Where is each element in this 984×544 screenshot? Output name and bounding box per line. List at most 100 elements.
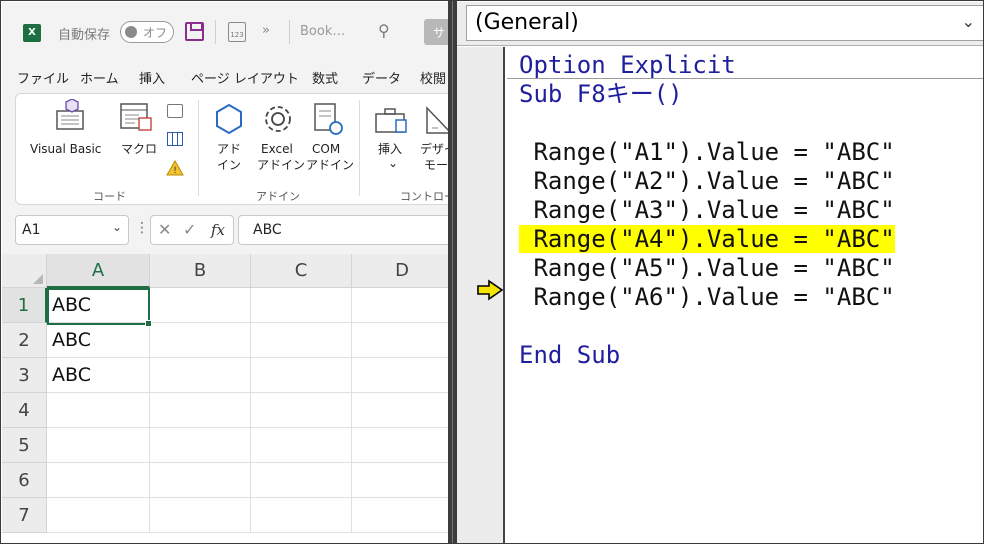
design-mode-line2[interactable]: モー	[424, 157, 448, 173]
cell[interactable]	[251, 358, 352, 393]
cell[interactable]	[251, 393, 352, 428]
group-label-control: コントロー	[400, 190, 448, 203]
search-icon[interactable]: ⚲	[378, 21, 390, 40]
tab-formulas[interactable]: 数式	[312, 68, 338, 87]
chevron-down-icon[interactable]: ⌄	[112, 220, 122, 234]
enter-icon[interactable]: ✓	[183, 220, 196, 239]
object-dropdown[interactable]: (General) ⌄	[466, 5, 983, 41]
execution-highlight: Range("A4").Value = "ABC"	[519, 225, 895, 253]
row-header[interactable]: 3	[2, 358, 47, 393]
cell[interactable]	[150, 393, 251, 428]
name-box[interactable]: A1 ⌄	[15, 215, 129, 245]
com-addin-line1[interactable]: COM	[312, 141, 340, 157]
cell[interactable]	[150, 463, 251, 498]
ribbon-tabs: ファイル ホーム 挿入 ページ レイアウト 数式 データ 校閲	[2, 58, 448, 92]
formula-bar-handle-icon[interactable]: ⋮	[135, 220, 149, 236]
cell[interactable]	[47, 463, 150, 498]
column-header[interactable]: B	[150, 254, 251, 288]
tab-file[interactable]: ファイル	[17, 68, 69, 87]
chevron-down-icon[interactable]: ⌄	[962, 12, 975, 31]
row-header[interactable]: 6	[2, 463, 47, 498]
cell[interactable]	[352, 323, 448, 358]
save-icon[interactable]	[185, 22, 204, 41]
column-header[interactable]: A	[47, 254, 150, 288]
row-header[interactable]: 4	[2, 393, 47, 428]
code-line[interactable]: Option Explicit	[519, 51, 736, 80]
column-header[interactable]: D	[352, 254, 448, 288]
relative-reference-icon[interactable]	[167, 132, 183, 146]
cell[interactable]	[251, 288, 352, 323]
cell[interactable]	[150, 358, 251, 393]
code-line[interactable]: Range("A1").Value = "ABC"	[519, 138, 894, 167]
svg-text:!: !	[173, 166, 177, 176]
cell[interactable]	[352, 428, 448, 463]
macro-button[interactable]: マクロ	[121, 141, 157, 157]
current-code-line[interactable]: Range("A4").Value = "ABC"	[519, 225, 895, 254]
worksheet-grid[interactable]: A B C D 1 2 3 4 5 6 7 ABC ABC ABC	[2, 254, 448, 543]
com-addin-icon	[314, 103, 343, 135]
excel-addin-line1[interactable]: Excel	[261, 141, 293, 157]
cell[interactable]	[251, 463, 352, 498]
tab-home[interactable]: ホーム	[80, 68, 119, 87]
com-addin-line2[interactable]: アドイン	[306, 157, 354, 173]
toolbar-separator	[215, 20, 216, 44]
record-macro-icon[interactable]	[167, 104, 183, 118]
row-header[interactable]: 5	[2, 428, 47, 463]
macro-security-icon[interactable]: !	[166, 160, 184, 176]
visual-basic-button[interactable]: Visual Basic	[30, 141, 101, 157]
cell[interactable]	[47, 428, 150, 463]
code-line[interactable]: End Sub	[519, 341, 620, 370]
tab-data[interactable]: データ	[362, 68, 401, 87]
cell[interactable]	[352, 498, 448, 533]
more-commands-icon[interactable]: »	[262, 23, 270, 38]
gear-icon	[265, 106, 291, 132]
cell[interactable]	[150, 288, 251, 323]
cell[interactable]	[150, 323, 251, 358]
excel-logo-icon: X	[23, 24, 41, 42]
code-line[interactable]: Sub F8キー()	[519, 80, 683, 109]
row-header[interactable]: 7	[2, 498, 47, 533]
excel-window: X 自動保存 オフ 123 » Book… ⚲ サ ファイル ホーム 挿入 ペー…	[2, 2, 448, 543]
autosave-toggle[interactable]: オフ	[120, 21, 174, 43]
code-line[interactable]: Range("A2").Value = "ABC"	[519, 167, 894, 196]
cell-a2[interactable]: ABC	[47, 323, 150, 358]
insert-function-icon[interactable]: fx	[211, 221, 225, 239]
cell[interactable]	[47, 498, 150, 533]
cell[interactable]	[352, 463, 448, 498]
window-divider	[448, 1, 457, 543]
code-line[interactable]: Range("A6").Value = "ABC"	[519, 283, 894, 312]
cell[interactable]	[47, 393, 150, 428]
cell-a3[interactable]: ABC	[47, 358, 150, 393]
addin-button-line2[interactable]: イン	[217, 157, 241, 173]
form-icon[interactable]: 123	[228, 22, 246, 42]
user-button[interactable]: サ	[424, 19, 448, 45]
design-mode-line1[interactable]: デザイ	[420, 141, 448, 157]
addin-button-line1[interactable]: アド	[217, 141, 241, 157]
cell[interactable]	[150, 498, 251, 533]
cell[interactable]	[251, 323, 352, 358]
group-separator	[198, 100, 199, 196]
code-line[interactable]: Range("A5").Value = "ABC"	[519, 254, 894, 283]
select-all-button[interactable]	[2, 254, 47, 288]
cancel-icon[interactable]: ✕	[158, 220, 171, 239]
cell[interactable]	[251, 428, 352, 463]
cell[interactable]	[150, 428, 251, 463]
column-header[interactable]: C	[251, 254, 352, 288]
code-line[interactable]: Range("A3").Value = "ABC"	[519, 196, 894, 225]
cell[interactable]	[251, 498, 352, 533]
tab-review[interactable]: 校閲	[420, 68, 446, 87]
chevron-down-icon[interactable]: ⌄	[388, 155, 398, 171]
group-label-addin: アドイン	[256, 190, 300, 203]
workbook-name[interactable]: Book…	[300, 24, 345, 39]
cell[interactable]	[352, 358, 448, 393]
excel-addin-line2[interactable]: アドイン	[257, 157, 305, 173]
tab-page-layout[interactable]: ページ レイアウト	[191, 68, 299, 87]
formula-input[interactable]: ABC	[238, 215, 448, 245]
tab-insert[interactable]: 挿入	[139, 68, 165, 87]
indicator-margin[interactable]	[457, 47, 505, 543]
cell[interactable]	[352, 393, 448, 428]
cell[interactable]	[352, 288, 448, 323]
row-header[interactable]: 1	[2, 288, 47, 323]
row-header[interactable]: 2	[2, 323, 47, 358]
toolbox-icon	[375, 108, 407, 133]
